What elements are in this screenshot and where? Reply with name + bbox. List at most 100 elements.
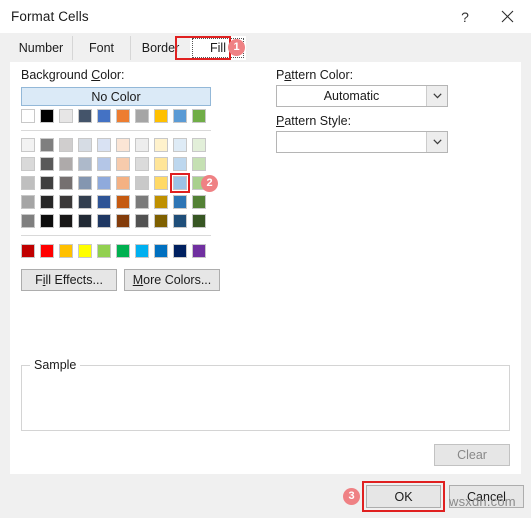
standard-color-swatch-5[interactable] bbox=[116, 244, 130, 258]
tint-swatch-r3-c8[interactable] bbox=[173, 195, 187, 209]
tint-swatch-r3-c0[interactable] bbox=[21, 195, 35, 209]
tint-swatch-r4-c7[interactable] bbox=[154, 214, 168, 228]
tint-swatch-r4-c3[interactable] bbox=[78, 214, 92, 228]
theme-color-swatch-4[interactable] bbox=[97, 109, 111, 123]
tint-swatch-r0-c4[interactable] bbox=[97, 138, 111, 152]
pattern-color-combobox[interactable]: Automatic bbox=[276, 85, 448, 107]
chevron-down-icon[interactable] bbox=[426, 86, 447, 106]
no-color-label: No Color bbox=[91, 89, 141, 104]
tint-swatch-r4-c4[interactable] bbox=[97, 214, 111, 228]
tint-swatch-r1-c2[interactable] bbox=[59, 157, 73, 171]
pattern-color-value: Automatic bbox=[323, 89, 380, 103]
more-colors-button[interactable]: More Colors... bbox=[124, 269, 220, 291]
theme-color-swatch-8[interactable] bbox=[173, 109, 187, 123]
standard-color-swatch-1[interactable] bbox=[40, 244, 54, 258]
tint-swatch-r3-c9[interactable] bbox=[192, 195, 206, 209]
tint-swatch-r0-c9[interactable] bbox=[192, 138, 206, 152]
theme-color-swatch-0[interactable] bbox=[21, 109, 35, 123]
tint-swatch-r4-c2[interactable] bbox=[59, 214, 73, 228]
tab-border[interactable]: Border bbox=[130, 36, 190, 60]
tint-swatch-r3-c3[interactable] bbox=[78, 195, 92, 209]
fill-tab-panel: Background Color: No Color 2 Fill Effect… bbox=[10, 62, 521, 474]
theme-color-swatch-3[interactable] bbox=[78, 109, 92, 123]
tint-swatch-r4-c0[interactable] bbox=[21, 214, 35, 228]
clear-button[interactable]: Clear bbox=[434, 444, 510, 466]
tint-swatch-r1-c1[interactable] bbox=[40, 157, 54, 171]
tint-swatch-r3-c2[interactable] bbox=[59, 195, 73, 209]
tint-swatch-r1-c3[interactable] bbox=[78, 157, 92, 171]
format-cells-dialog: Format Cells ? Number Font Border Fill 1 bbox=[0, 0, 531, 518]
tint-swatch-r3-c7[interactable] bbox=[154, 195, 168, 209]
tint-swatch-r2-c0[interactable] bbox=[21, 176, 35, 190]
tint-swatch-r4-c5[interactable] bbox=[116, 214, 130, 228]
theme-color-swatch-9[interactable] bbox=[192, 109, 206, 123]
tint-swatch-r1-c6[interactable] bbox=[135, 157, 149, 171]
tint-swatch-r0-c3[interactable] bbox=[78, 138, 92, 152]
tint-swatch-r1-c7[interactable] bbox=[154, 157, 168, 171]
tint-swatch-r2-c5[interactable] bbox=[116, 176, 130, 190]
standard-color-swatch-2[interactable] bbox=[59, 244, 73, 258]
more-colors-label: More Colors... bbox=[132, 273, 212, 287]
tint-swatch-r2-c2[interactable] bbox=[59, 176, 73, 190]
tint-swatch-r0-c7[interactable] bbox=[154, 138, 168, 152]
tint-swatch-r1-c0[interactable] bbox=[21, 157, 35, 171]
standard-color-swatch-6[interactable] bbox=[135, 244, 149, 258]
theme-color-swatch-6[interactable] bbox=[135, 109, 149, 123]
standard-color-swatch-9[interactable] bbox=[192, 244, 206, 258]
tint-swatch-r0-c0[interactable] bbox=[21, 138, 35, 152]
ok-button[interactable]: OK bbox=[366, 485, 441, 508]
tint-swatch-r2-c4[interactable] bbox=[97, 176, 111, 190]
tab-font[interactable]: Font bbox=[72, 36, 130, 60]
tint-swatch-r2-c1[interactable] bbox=[40, 176, 54, 190]
tint-swatch-r1-c8[interactable] bbox=[173, 157, 187, 171]
standard-color-swatch-0[interactable] bbox=[21, 244, 35, 258]
tab-number[interactable]: Number bbox=[10, 36, 72, 60]
tint-swatch-r1-c9[interactable] bbox=[192, 157, 206, 171]
tint-swatch-r3-c5[interactable] bbox=[116, 195, 130, 209]
tint-swatch-r4-c8[interactable] bbox=[173, 214, 187, 228]
pattern-style-combobox[interactable] bbox=[276, 131, 448, 153]
background-color-palette[interactable]: 2 bbox=[21, 109, 218, 269]
tint-swatch-r2-c7[interactable] bbox=[154, 176, 168, 190]
close-icon[interactable] bbox=[489, 2, 525, 31]
theme-color-swatch-1[interactable] bbox=[40, 109, 54, 123]
tint-swatch-r4-c6[interactable] bbox=[135, 214, 149, 228]
sample-label: Sample bbox=[30, 358, 81, 372]
pattern-style-label: Pattern Style: bbox=[276, 114, 352, 128]
tint-swatch-r0-c6[interactable] bbox=[135, 138, 149, 152]
help-icon[interactable]: ? bbox=[450, 2, 480, 31]
theme-color-swatch-7[interactable] bbox=[154, 109, 168, 123]
tint-swatch-r4-c1[interactable] bbox=[40, 214, 54, 228]
tint-swatch-r4-c9[interactable] bbox=[192, 214, 206, 228]
tint-swatch-r0-c1[interactable] bbox=[40, 138, 54, 152]
clear-label: Clear bbox=[457, 448, 487, 462]
no-color-button[interactable]: No Color bbox=[21, 87, 211, 106]
annotation-badge-3: 3 bbox=[343, 488, 360, 505]
standard-color-swatch-3[interactable] bbox=[78, 244, 92, 258]
tint-swatch-r0-c5[interactable] bbox=[116, 138, 130, 152]
tab-fill-label: Fill bbox=[210, 41, 226, 55]
tint-swatch-r3-c1[interactable] bbox=[40, 195, 54, 209]
annotation-badge-2: 2 bbox=[201, 175, 218, 192]
tint-swatch-r1-c5[interactable] bbox=[116, 157, 130, 171]
tint-swatch-r3-c4[interactable] bbox=[97, 195, 111, 209]
tint-swatch-r2-c3[interactable] bbox=[78, 176, 92, 190]
theme-color-swatch-5[interactable] bbox=[116, 109, 130, 123]
standard-color-swatch-7[interactable] bbox=[154, 244, 168, 258]
tint-swatch-r2-c8[interactable] bbox=[173, 176, 187, 190]
tint-swatch-r0-c8[interactable] bbox=[173, 138, 187, 152]
tab-number-label: Number bbox=[18, 41, 64, 55]
tint-swatch-r3-c6[interactable] bbox=[135, 195, 149, 209]
tab-strip: Number Font Border Fill bbox=[0, 33, 531, 62]
help-glyph: ? bbox=[461, 8, 469, 25]
background-color-label: Background Color: bbox=[21, 68, 125, 82]
tint-swatch-r2-c6[interactable] bbox=[135, 176, 149, 190]
theme-color-swatch-2[interactable] bbox=[59, 109, 73, 123]
tint-swatch-r0-c2[interactable] bbox=[59, 138, 73, 152]
tint-swatch-r1-c4[interactable] bbox=[97, 157, 111, 171]
standard-color-swatch-4[interactable] bbox=[97, 244, 111, 258]
chevron-down-icon-2[interactable] bbox=[426, 132, 447, 152]
title-bar: Format Cells ? bbox=[0, 0, 531, 33]
fill-effects-button[interactable]: Fill Effects... bbox=[21, 269, 117, 291]
standard-color-swatch-8[interactable] bbox=[173, 244, 187, 258]
